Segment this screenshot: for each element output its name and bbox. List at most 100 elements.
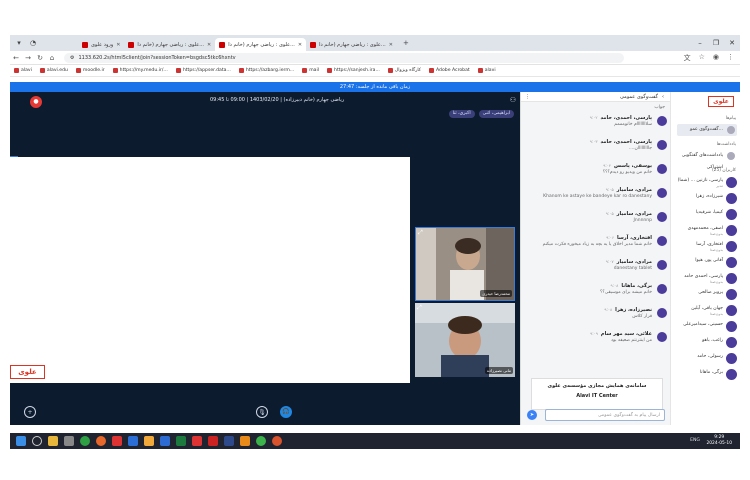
participant-item[interactable]: پارسی، نازنین ... (شما) مدیر <box>673 176 739 190</box>
app-icon[interactable] <box>144 436 154 446</box>
webcam-video[interactable]: ⤢ محمدرضا حیدری <box>415 227 515 301</box>
app-icon[interactable] <box>272 436 282 446</box>
bookmark-item[interactable]: https://my.medu.ir/... <box>112 68 168 73</box>
close-window-icon[interactable]: ✕ <box>724 39 740 47</box>
browser-tab[interactable]: علوی : ریاضی جهارم (خانم دا... ✕ <box>306 38 397 51</box>
participant-item[interactable]: حسینی، سیدامیرعلی <box>673 320 739 334</box>
avatar <box>726 353 737 364</box>
participant-item[interactable]: شیرزاده، زهرا <box>673 192 739 206</box>
acrobat-icon[interactable] <box>192 436 202 446</box>
chat-message: ۹:۰۵ مرادی، سامیار Jnnnnnp <box>525 210 667 230</box>
bookmark-favicon-icon <box>238 68 244 73</box>
webcam-video[interactable]: ⤢ مانی نصیرزاده <box>415 303 515 377</box>
recording-indicator-icon[interactable]: ● <box>30 96 42 108</box>
bookmark-item[interactable]: alavi.edu <box>39 68 68 73</box>
back-icon[interactable]: ← <box>10 54 22 62</box>
bookmark-item[interactable]: https://appser.data... <box>175 68 231 73</box>
translate-icon[interactable]: 文 <box>684 53 691 63</box>
site-favicon-icon <box>128 41 135 48</box>
pdf-icon[interactable] <box>208 436 218 446</box>
session-info: ریاضی جهارم (خانم دبیرزاده) | 1403/02/20… <box>210 97 345 103</box>
user-options-icon[interactable]: ⚇ <box>510 96 516 104</box>
shared-notes-item[interactable]: یادداشت‌های گفتگویی اشتراکی <box>677 150 737 170</box>
chat-messages[interactable]: جواب ۹:۰۲ پارسی، احمدی، حامد سلاااااااام خ… <box>521 104 671 404</box>
chat-message: ۹:۰۸ نصیرزاده، زهرا قرار کلاس <box>525 306 667 326</box>
bookmark-item[interactable]: Adobe Acrobat <box>429 68 470 73</box>
tab-search-icon[interactable]: ▾ <box>14 38 24 48</box>
task-view-icon[interactable] <box>64 436 74 446</box>
restore-icon[interactable]: ❐ <box>708 39 724 47</box>
participant-item[interactable]: اصفی، محمدمهدی بدون‌صدا <box>673 224 739 238</box>
microphone-icon[interactable]: 🎙 <box>256 406 268 418</box>
bookmark-item[interactable]: moodle.ir <box>75 68 105 73</box>
participant-item[interactable]: راغب، باهو <box>673 336 739 350</box>
minimize-icon[interactable]: – <box>692 39 708 47</box>
browser-tab[interactable]: علوی : ریاضی جهارم (خانم دا... ✕ <box>124 38 215 51</box>
menu-icon[interactable]: ⋮ <box>727 53 734 63</box>
bookmark-star-icon[interactable]: ☆ <box>699 53 705 63</box>
url-field[interactable]: ⚙ 1133.620.2s/html5client/join?sessionTo… <box>64 52 624 63</box>
clock[interactable]: 9:29 2024-05-10 <box>706 435 732 447</box>
participant-item[interactable]: کیمیا، شرقیه‌یا <box>673 208 739 222</box>
bookmarks-bar: alavi alavi.edu moodle.ir https://my.med… <box>10 65 740 77</box>
app-icon[interactable] <box>256 436 266 446</box>
reload-icon[interactable]: ↻ <box>34 54 46 62</box>
edge-icon[interactable] <box>128 436 138 446</box>
new-tab-icon[interactable]: + <box>401 38 411 48</box>
close-tab-icon[interactable]: ✕ <box>298 42 302 48</box>
bookmark-item[interactable]: alavi <box>14 68 32 73</box>
search-icon[interactable] <box>32 436 42 446</box>
promo-box: سامانه‌ی همایش مجازی مؤسسه‌ی علوی Alavi … <box>531 378 663 410</box>
chevron-left-icon[interactable]: ‹ <box>662 94 664 100</box>
participant-item[interactable]: جهان یاقی، آیلین بدون‌صدا <box>673 304 739 318</box>
bookmark-item[interactable]: https://azbarg.ierm... <box>238 68 294 73</box>
whiteboard[interactable] <box>10 157 410 383</box>
firefox-icon[interactable] <box>96 436 106 446</box>
vlc-icon[interactable] <box>240 436 250 446</box>
participant-item[interactable]: رسولی، حامد <box>673 352 739 366</box>
avatar <box>726 289 737 300</box>
tab-group-icon[interactable]: ◔ <box>28 38 38 48</box>
chat-message: ۹:۰۳ پارسی، احمدی، حامد ....جااااااااان <box>525 138 667 158</box>
browser-tab-active[interactable]: علوی : ریاضی جهارم (خانم دا... ✕ <box>215 38 307 51</box>
expand-video-icon[interactable]: ⤢ <box>417 304 422 312</box>
chrome-icon[interactable] <box>80 436 90 446</box>
tray-language[interactable]: ENG <box>690 438 700 443</box>
participant-item[interactable]: آقانی پور، هیوا <box>673 256 739 270</box>
word-icon[interactable] <box>160 436 170 446</box>
app-icon[interactable] <box>224 436 234 446</box>
site-info-icon[interactable]: ⚙ <box>70 55 74 61</box>
talking-chip[interactable]: اکبری، ثنا <box>448 110 475 118</box>
chat-input[interactable]: ارسال پیام به گفت‌وگوی عمومی <box>545 409 665 421</box>
talking-chip[interactable]: ابراهیمی، اثنی <box>478 110 514 118</box>
participants-panel: علوی پیام‌ها گفت‌وگوی عمو... یادداشت‌ها … <box>670 92 740 425</box>
bookmark-item[interactable]: mail <box>302 68 319 73</box>
send-icon[interactable]: ➤ <box>527 410 537 420</box>
headphones-icon[interactable]: 🎧 <box>280 406 292 418</box>
bookmark-item[interactable]: https://sanjesh.ira... <box>327 68 380 73</box>
excel-icon[interactable] <box>176 436 186 446</box>
participant-item[interactable]: برگی، ماهانا <box>673 368 739 382</box>
close-tab-icon[interactable]: ✕ <box>389 42 393 48</box>
chat-options-icon[interactable]: ⋮ <box>525 94 530 100</box>
participant-item[interactable]: افتخاری، آرسا بدون‌صدا <box>673 240 739 254</box>
session-timer-banner: زمان باقی مانده از جلسه: 27:47 <box>10 82 740 92</box>
actions-menu-icon[interactable]: + <box>24 406 36 418</box>
chat-message: ۹:۰۴ یوسفی، پاسس خانم من ویدیو رو دیدم؟؟؟ <box>525 162 667 182</box>
public-chat-item[interactable]: گفت‌وگوی عمو... <box>677 124 737 136</box>
browser-tab[interactable]: ورود علوی ✕ <box>78 38 124 51</box>
start-icon[interactable] <box>16 436 26 446</box>
bookmark-item[interactable]: کارگاه ویژوال <box>387 68 421 73</box>
file-explorer-icon[interactable] <box>48 436 58 446</box>
home-icon[interactable]: ⌂ <box>46 54 58 62</box>
close-tab-icon[interactable]: ✕ <box>116 42 120 48</box>
profile-icon[interactable]: ◉ <box>713 53 719 63</box>
forward-icon[interactable]: → <box>22 54 34 62</box>
close-tab-icon[interactable]: ✕ <box>207 42 211 48</box>
bookmark-item[interactable]: alavi <box>477 68 496 73</box>
participant-item[interactable]: پارسی، احمدی حامد بدون‌صدا <box>673 272 739 286</box>
avatar <box>657 236 667 246</box>
app-icon[interactable] <box>112 436 122 446</box>
expand-video-icon[interactable]: ⤢ <box>418 229 423 237</box>
participant-item[interactable]: پرویز صالحی <box>673 288 739 302</box>
